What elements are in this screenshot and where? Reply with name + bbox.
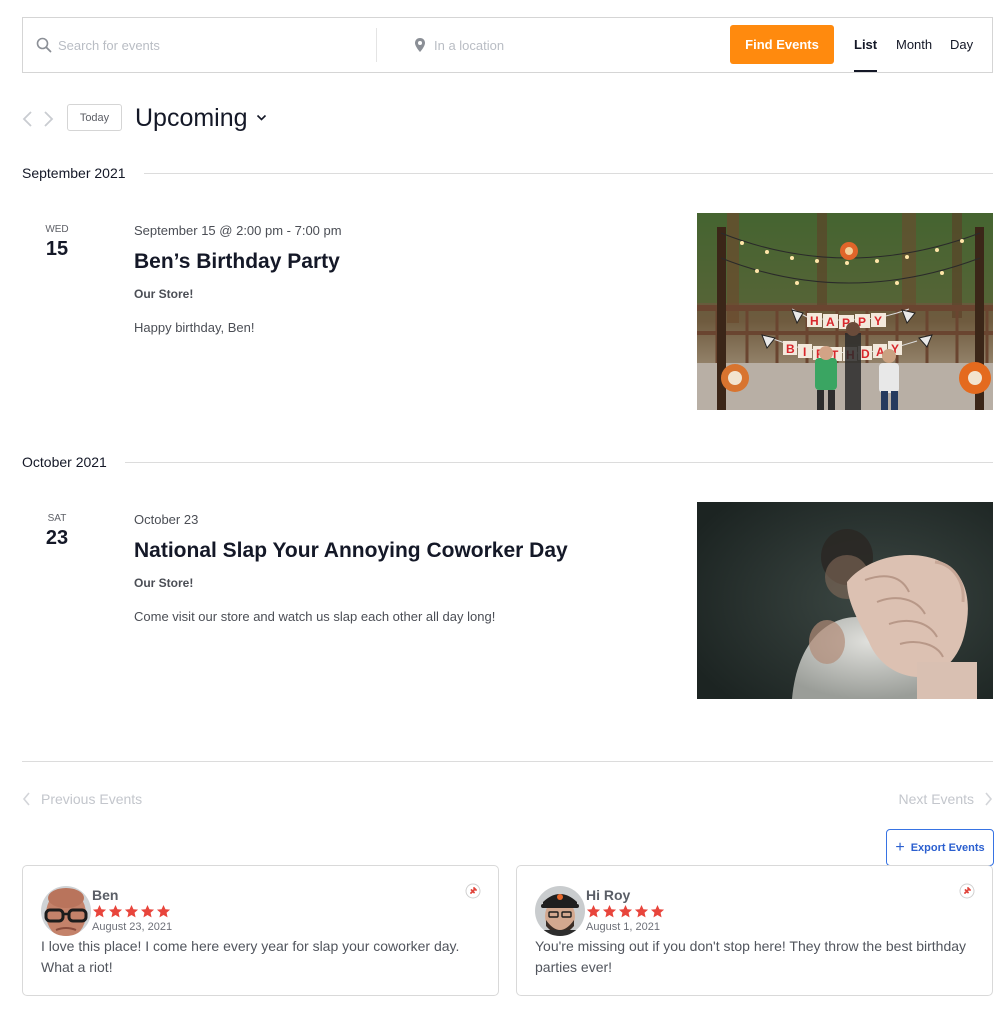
pin-icon[interactable] <box>959 883 975 899</box>
event-date-tag: WED 15 <box>22 223 92 261</box>
month-separator: September 2021 <box>22 163 993 183</box>
map-pin-icon <box>415 38 425 52</box>
list-footer-divider <box>22 761 993 762</box>
birthday-party-photo: H A P P Y B I R T H D A Y <box>697 213 993 410</box>
svg-text:A: A <box>826 315 835 329</box>
month-label: October 2021 <box>22 454 107 470</box>
star-icon <box>108 904 123 918</box>
view-tab-day[interactable]: Day <box>950 18 973 72</box>
event-description: Happy birthday, Ben! <box>134 320 255 335</box>
event-date-tag: SAT 23 <box>22 512 92 550</box>
search-icon <box>36 37 52 53</box>
review-card: Ben August 23, 2021 I love this place! I… <box>22 865 499 996</box>
star-icon <box>602 904 617 918</box>
view-tab-list[interactable]: List <box>854 18 878 72</box>
event-day-number: 23 <box>45 527 69 549</box>
star-rating <box>92 904 171 919</box>
next-events-link[interactable]: Next Events <box>899 791 993 807</box>
keyword-search-input[interactable] <box>58 18 358 72</box>
date-range-label: Upcoming <box>135 103 248 132</box>
fist-photo <box>697 502 993 699</box>
location-search <box>377 18 717 72</box>
pin-icon[interactable] <box>465 883 481 899</box>
review-card: Hi Roy August 1, 2021 You're missing out… <box>516 865 993 996</box>
event-image-birthday-party[interactable]: H A P P Y B I R T H D A Y <box>697 213 993 410</box>
reviewer-photo <box>535 886 585 936</box>
next-arrow-icon[interactable] <box>41 110 55 128</box>
export-events-label: Export Events <box>910 841 985 854</box>
event-weekday: SAT <box>47 513 67 524</box>
star-icon <box>650 904 665 918</box>
event-description: Come visit our store and watch us slap e… <box>134 609 496 624</box>
reviewer-photo <box>41 886 91 936</box>
star-icon <box>140 904 155 918</box>
star-icon <box>92 904 107 918</box>
event-venue: Our Store! <box>134 287 194 301</box>
month-separator: October 2021 <box>22 452 993 472</box>
star-icon <box>124 904 139 918</box>
month-divider-line <box>143 172 993 174</box>
svg-text:H: H <box>810 314 819 328</box>
event-weekday: WED <box>45 224 69 235</box>
event-datetime: October 23 <box>134 512 199 527</box>
reviewer-name: Hi Roy <box>586 887 631 903</box>
event-image-fist[interactable] <box>697 502 993 699</box>
export-events-button[interactable]: + Export Events <box>886 829 994 866</box>
star-rating <box>586 904 665 919</box>
star-icon <box>586 904 601 918</box>
next-events-label: Next Events <box>898 791 974 807</box>
review-date: August 23, 2021 <box>92 921 173 933</box>
reviewer-avatar <box>41 886 91 936</box>
date-range-selector[interactable]: Upcoming <box>135 101 267 135</box>
today-button[interactable]: Today <box>67 104 122 131</box>
find-events-button[interactable]: Find Events <box>730 25 834 64</box>
svg-text:I: I <box>803 345 806 359</box>
svg-text:B: B <box>786 342 795 356</box>
reviewer-name: Ben <box>92 887 119 903</box>
event-title-link[interactable]: National Slap Your Annoying Coworker Day <box>134 539 568 563</box>
review-date: August 1, 2021 <box>586 921 661 933</box>
star-icon <box>156 904 171 918</box>
event-day-number: 15 <box>45 238 69 260</box>
event-title-link[interactable]: Ben’s Birthday Party <box>134 250 340 274</box>
month-divider-line <box>124 461 993 463</box>
chevron-right-icon <box>985 792 993 806</box>
event-venue: Our Store! <box>134 576 194 590</box>
review-text: I love this place! I come here every yea… <box>41 938 460 975</box>
previous-events-label: Previous Events <box>41 791 143 807</box>
location-search-input[interactable] <box>434 18 694 72</box>
event-datetime: September 15 @ 2:00 pm - 7:00 pm <box>134 223 342 238</box>
events-search-bar: Find Events List Month Day <box>22 17 993 73</box>
review-text: You're missing out if you don't stop her… <box>535 938 967 975</box>
svg-text:Y: Y <box>874 314 882 328</box>
chevron-down-icon <box>256 114 266 121</box>
month-label: September 2021 <box>22 165 126 181</box>
keyword-search <box>23 18 376 72</box>
chevron-left-icon <box>22 792 30 806</box>
previous-arrow-icon[interactable] <box>21 110 35 128</box>
previous-events-link[interactable]: Previous Events <box>22 791 142 807</box>
plus-icon: + <box>895 838 905 856</box>
view-tab-month[interactable]: Month <box>896 18 932 72</box>
svg-text:D: D <box>861 347 870 361</box>
reviewer-avatar <box>535 886 585 936</box>
star-icon <box>634 904 649 918</box>
star-icon <box>618 904 633 918</box>
